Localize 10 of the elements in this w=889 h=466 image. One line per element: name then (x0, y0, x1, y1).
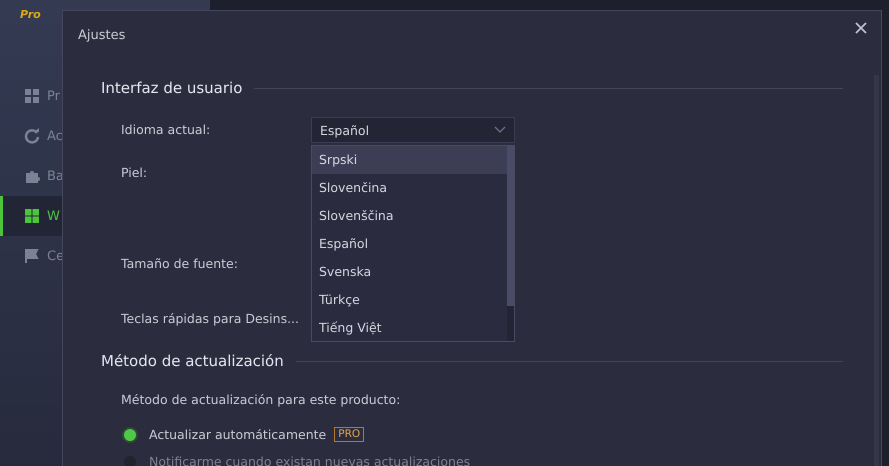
setting-label: Idioma actual: (121, 121, 212, 139)
setting-label: Teclas rápidas para Desins... (121, 310, 300, 328)
section-heading: Interfaz de usuario (101, 79, 242, 97)
setting-label: Piel: (121, 164, 148, 182)
pro-badge: PRO (334, 427, 364, 442)
setting-label: Tamaño de fuente: (121, 255, 239, 273)
setting-label: Método de actualización para este producto: (121, 391, 400, 409)
section-heading: Método de actualización (101, 352, 284, 370)
edition-label: Pro (19, 7, 42, 23)
dialog-title: Ajustes (78, 28, 126, 42)
